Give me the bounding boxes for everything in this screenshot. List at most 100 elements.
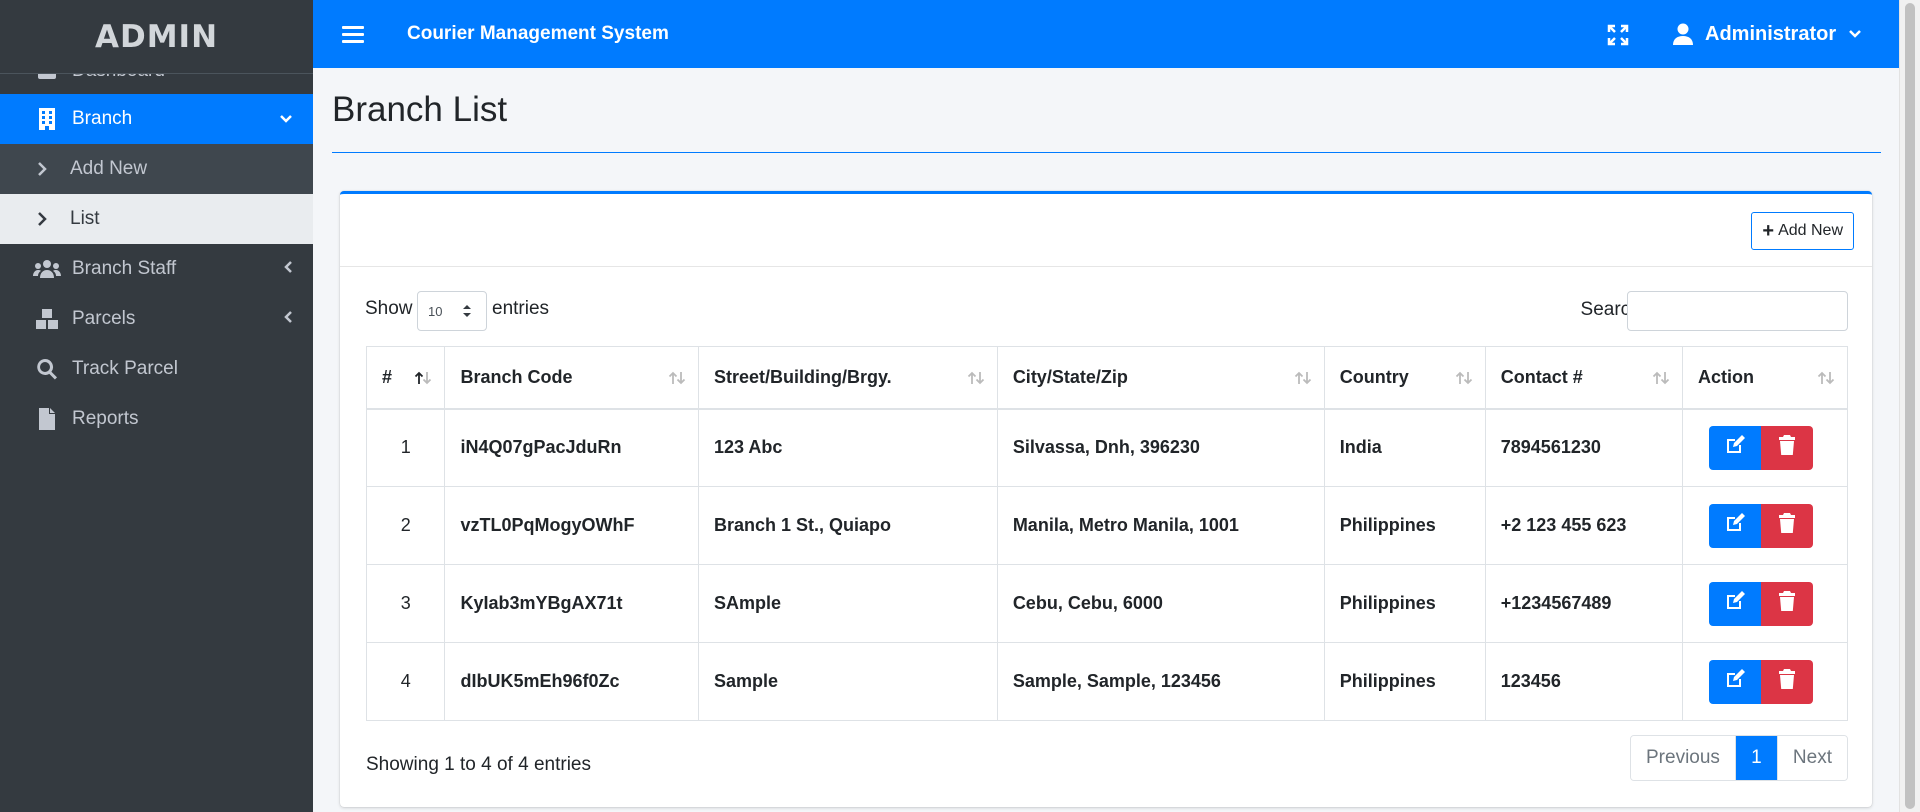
fullscreen-icon[interactable]: [1607, 24, 1629, 46]
previous-page-button[interactable]: Previous: [1631, 736, 1735, 780]
column-header-city[interactable]: City/State/Zip: [996, 346, 1325, 410]
chevron-down-icon: [279, 108, 293, 130]
table-cell-street: Sample: [698, 642, 998, 721]
top-navbar: Courier Management System Administrator: [313, 0, 1899, 68]
search-icon: [32, 358, 62, 380]
table-cell-city: Cebu, Cebu, 6000: [996, 564, 1325, 643]
edit-icon: [1724, 435, 1746, 460]
table-cell-country: Philippines: [1323, 642, 1486, 721]
scrollbar-thumb[interactable]: [1905, 3, 1915, 809]
table-cell-country: Philippines: [1323, 486, 1486, 565]
file-icon: [32, 408, 62, 430]
action-button-group: [1708, 425, 1813, 470]
menu-icon[interactable]: [342, 25, 364, 43]
sort-icon: [1817, 369, 1835, 390]
edit-button[interactable]: [1708, 503, 1761, 548]
next-page-button[interactable]: Next: [1776, 736, 1847, 780]
delete-button[interactable]: [1760, 503, 1813, 548]
trash-icon: [1778, 513, 1795, 538]
divider: [332, 152, 1881, 153]
chevron-left-icon: [283, 258, 293, 280]
search-input[interactable]: [1627, 291, 1848, 331]
table-cell-number: 1: [365, 408, 446, 487]
building-icon: [32, 108, 62, 130]
page-1-button[interactable]: 1: [1734, 736, 1777, 780]
page-scrollbar[interactable]: [1899, 0, 1920, 812]
app-title: Courier Management System: [407, 23, 669, 44]
column-header-label: City/State/Zip: [1012, 366, 1128, 387]
chevron-down-icon: [1848, 29, 1862, 39]
sidebar-item-label: Add New: [70, 158, 148, 179]
entries-length-select[interactable]: 10: [417, 291, 487, 331]
column-header-label: Street/Building/Brgy.: [714, 366, 892, 387]
table-row: 2 vzTL0PqMogyOWhF Branch 1 St., Quiapo Mani…: [365, 486, 1849, 565]
entries-length-value: 10: [428, 303, 443, 319]
sidebar-item-label: Parcels: [72, 308, 136, 329]
sort-icon: [668, 369, 686, 390]
table-cell-contact: +1234567489: [1484, 564, 1683, 643]
delete-button[interactable]: [1760, 581, 1813, 626]
table-cell-action: [1681, 564, 1849, 643]
page-title: Branch List: [332, 90, 508, 129]
sidebar-item-label: Track Parcel: [72, 358, 178, 379]
table-info: Showing 1 to 4 of 4 entries: [366, 754, 591, 775]
edit-button[interactable]: [1708, 425, 1761, 470]
sidebar-item-dashboard[interactable]: Dashboard: [0, 74, 313, 94]
sidebar-item-add-new[interactable]: Add New: [0, 144, 313, 194]
table-cell-number: 2: [365, 486, 446, 565]
column-header-contact[interactable]: Contact #: [1484, 346, 1683, 410]
card-header: + Add New: [340, 194, 1872, 267]
table-cell-number: 3: [365, 564, 446, 643]
table-cell-street: 123 Abc: [698, 408, 998, 487]
column-header-label: Country: [1339, 366, 1409, 387]
table-cell-city: Sample, Sample, 123456: [996, 642, 1325, 721]
trash-icon: [1778, 435, 1795, 460]
column-header-number[interactable]: #: [365, 346, 446, 410]
show-label: Show: [365, 298, 413, 319]
edit-icon: [1724, 591, 1746, 616]
user-menu[interactable]: Administrator: [1673, 0, 1862, 68]
edit-button[interactable]: [1708, 581, 1761, 626]
table-cell-street: SAmple: [698, 564, 998, 643]
action-button-group: [1708, 581, 1813, 626]
column-header-street[interactable]: Street/Building/Brgy.: [698, 346, 998, 410]
delete-button[interactable]: [1760, 659, 1813, 704]
sidebar-item-label: Reports: [72, 408, 139, 429]
sidebar-item-track-parcel[interactable]: Track Parcel: [0, 344, 313, 394]
sidebar-item-list[interactable]: List: [0, 194, 313, 244]
table-row: 3 KyIab3mYBgAX71t SAmple Cebu, Cebu, 6000 Ph…: [365, 564, 1849, 643]
column-header-label: Contact #: [1500, 366, 1583, 387]
table-cell-action: [1681, 408, 1849, 487]
sidebar-item-label: Branch: [72, 108, 133, 129]
brand-logo[interactable]: ADMIN: [0, 0, 313, 74]
sidebar-item-branch[interactable]: Branch: [0, 94, 313, 144]
edit-button[interactable]: [1708, 659, 1761, 704]
table-row: 1 iN4Q07gPacJduRn 123 Abc Silvassa, Dnh, 39…: [365, 408, 1849, 487]
trash-icon: [1778, 591, 1795, 616]
sidebar-item-parcels[interactable]: Parcels: [0, 294, 313, 344]
action-button-group: [1708, 503, 1813, 548]
column-header-action[interactable]: Action: [1681, 346, 1849, 410]
add-new-button[interactable]: + Add New: [1751, 212, 1854, 250]
sort-icon: [1455, 369, 1473, 390]
sidebar-item-label: List: [70, 208, 100, 229]
chevron-right-icon: [36, 211, 58, 227]
sidebar-item-branch-staff[interactable]: Branch Staff: [0, 244, 313, 294]
column-header-country[interactable]: Country: [1323, 346, 1486, 410]
datatable-controls: Show 10 entries Search:: [340, 291, 1872, 331]
table-cell-country: India: [1323, 408, 1486, 487]
edit-icon: [1724, 669, 1746, 694]
pagination: Previous 1 Next: [1630, 735, 1848, 781]
branch-table: # Branch Code Street/Building/Brgy. City/St…: [365, 346, 1849, 721]
table-cell-branch-code: KyIab3mYBgAX71t: [444, 564, 699, 643]
column-header-branch-code[interactable]: Branch Code: [444, 346, 699, 410]
delete-button[interactable]: [1760, 425, 1813, 470]
table-cell-city: Manila, Metro Manila, 1001: [996, 486, 1325, 565]
boxes-icon: [32, 308, 62, 330]
users-icon: [32, 258, 62, 280]
table-cell-branch-code: iN4Q07gPacJduRn: [444, 408, 699, 487]
table-cell-contact: 7894561230: [1484, 408, 1683, 487]
sidebar-item-reports[interactable]: Reports: [0, 394, 313, 444]
user-name: Administrator: [1705, 22, 1837, 45]
chevron-left-icon: [283, 308, 293, 330]
